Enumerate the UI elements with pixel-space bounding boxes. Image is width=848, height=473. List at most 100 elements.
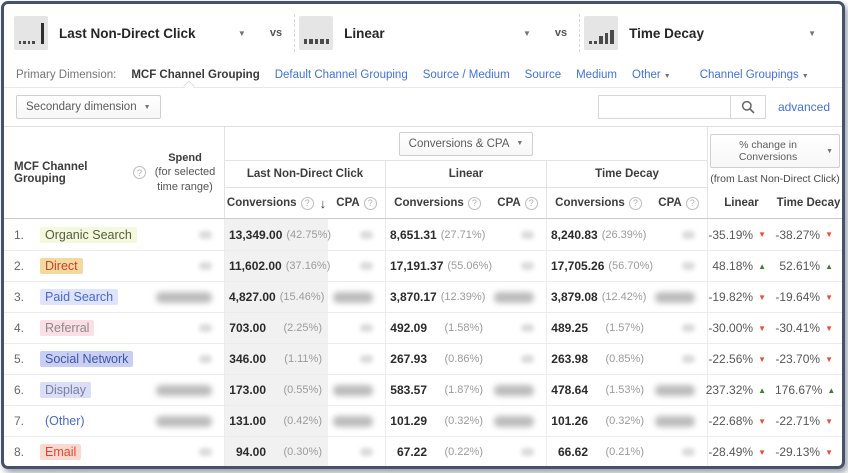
conversions-cell: 67.22 (0.22%) [385,437,489,466]
pct-change-value: -23.70% [775,352,821,366]
help-icon[interactable]: ? [363,196,377,210]
row-rank: 3. [14,290,25,304]
cpa-cell [489,344,546,374]
channel-cell: 1. Organic Search [4,219,146,250]
dimension-mcf-channel-grouping[interactable]: MCF Channel Grouping [131,69,259,81]
table-row: 6. Display 173.00 (0.55%) 583.57 (1.87%) 478.6… [4,374,842,405]
dimension-default-channel-grouping[interactable]: Default Channel Grouping [275,69,408,81]
model-selector-3[interactable]: Time Decay ▼ [584,16,832,50]
help-icon[interactable]: ? [628,196,642,210]
model-selector-1[interactable]: Last Non-Direct Click ▼ [14,16,262,50]
cpa-column-header[interactable]: CPA? [328,188,385,218]
table-row: 7. (Other) 131.00 (0.42%) 101.29 (0.32%) 101.2… [4,405,842,436]
pct-change-value: -30.41% [775,321,821,335]
dimension-other-dropdown[interactable]: Other ▼ [632,69,671,81]
pct-change-value: -22.68% [708,414,754,428]
redacted-value [682,230,695,239]
help-icon[interactable]: ? [133,166,146,179]
channel-chip[interactable]: Organic Search [40,226,137,243]
cpa-cell [489,375,546,405]
conversions-pct: (0.32%) [444,415,483,427]
redacted-value [655,415,695,427]
dimension-medium[interactable]: Medium [576,69,617,81]
pct-change-time-decay-header[interactable]: Time Decay [775,188,842,218]
model-3-label: Time Decay [629,25,704,41]
conversions-pct: (1.57%) [605,322,644,334]
pct-change-linear-header[interactable]: Linear [707,188,775,218]
conversions-cell: 94.00 (0.30%) [224,437,328,466]
conversions-pct: (0.55%) [283,384,322,396]
chevron-down-icon: ▼ [143,103,151,111]
row-rank: 6. [14,383,25,397]
channel-chip[interactable]: Paid Search [40,289,119,305]
channel-cell: 7. (Other) [4,406,146,436]
vs-label: vs [554,27,568,39]
table-row: 2. Direct 11,602.00 (37.16%) 17,191.37 (55.06… [4,250,842,281]
conversions-column-header[interactable]: Conversions? [385,188,489,218]
cpa-column-header[interactable]: CPA? [650,188,707,218]
redacted-value [521,448,534,456]
model-selector-2[interactable]: Linear ▼ [299,16,547,50]
cpa-column-header[interactable]: CPA? [489,188,546,218]
search-button[interactable] [729,95,766,119]
redacted-value [655,291,695,303]
conversions-cell: 66.62 (0.21%) [546,437,650,466]
table-row: 8. Email 94.00 (0.30%) 67.22 (0.22%) 66.62 (0.2… [4,436,842,466]
channel-groupings-dropdown[interactable]: Channel Groupings ▼ [700,69,809,81]
arrow-down-icon: ▼ [758,447,766,457]
pct-change-value: 52.61% [779,259,821,273]
spend-header: Spend (for selected time range) [154,152,216,193]
spend-cell [146,282,224,312]
help-icon[interactable]: ? [300,196,314,210]
channel-chip[interactable]: Email [40,444,82,460]
pct-change-cell: -30.41% ▼ [775,313,842,343]
help-icon[interactable]: ? [524,196,538,210]
channel-chip[interactable]: Direct [40,258,83,274]
cpa-cell [489,406,546,436]
redacted-value [199,324,212,332]
row-rank: 7. [14,414,25,428]
search-input[interactable] [597,95,730,119]
dimension-source-medium[interactable]: Source / Medium [423,69,510,81]
arrow-down-icon: ▼ [758,354,766,364]
conversions-value: 101.26 [551,414,588,428]
conversions-value: 3,870.17 [390,290,437,304]
arrow-down-icon: ▼ [825,416,833,426]
arrow-down-icon: ▼ [825,230,833,239]
help-icon[interactable]: ? [685,196,699,210]
help-icon[interactable]: ? [467,196,481,210]
table-row: 5. Social Network 346.00 (1.11%) 267.93 (0.86… [4,343,842,374]
conversions-pct: (2.25%) [283,322,322,334]
conversions-pct: (0.21%) [605,446,644,458]
conversions-cpa-dropdown[interactable]: Conversions & CPA ▼ [398,131,534,156]
pct-change-value: -38.27% [775,227,821,242]
primary-dimension-bar: Primary Dimension: MCF Channel Grouping … [4,62,842,88]
pct-change-value: -19.64% [775,290,821,304]
pct-change-value: -28.49% [708,445,754,459]
conversions-cell: 17,705.26 (56.70%) [546,251,653,281]
arrow-down-icon: ▼ [825,354,833,364]
channel-cell: 4. Referral [4,313,146,343]
channel-chip[interactable]: Display [40,382,91,398]
redacted-value [199,262,212,270]
group-header-last-non-direct-click: Last Non-Direct Click [224,161,385,188]
pct-change-dropdown[interactable]: % change in Conversions ▼ [710,134,840,168]
dimension-source[interactable]: Source [525,69,561,81]
linear-model-icon [299,16,334,50]
channel-chip[interactable]: (Other) [40,413,90,429]
conversions-cell: 3,870.17 (12.39%) [385,282,489,312]
conversions-pct: (12.39%) [440,291,486,303]
conversions-column-header[interactable]: Conversions? [546,188,650,218]
pct-change-cell: 48.18% ▲ [707,251,775,281]
secondary-dimension-button[interactable]: Secondary dimension ▼ [16,95,161,119]
advanced-search-link[interactable]: advanced [778,100,830,114]
cpa-cell [328,344,385,374]
cpa-cell [650,251,707,281]
conversions-pct: (1.87%) [444,384,483,396]
conversions-pct: (37.16%) [285,260,331,272]
model-1-label: Last Non-Direct Click [59,25,196,41]
pct-change-cell: -35.19% ▼ [707,219,775,250]
channel-chip[interactable]: Social Network [40,351,134,367]
conversions-column-header[interactable]: Conversions ? ↓ [224,188,328,218]
channel-chip[interactable]: Referral [40,320,95,336]
